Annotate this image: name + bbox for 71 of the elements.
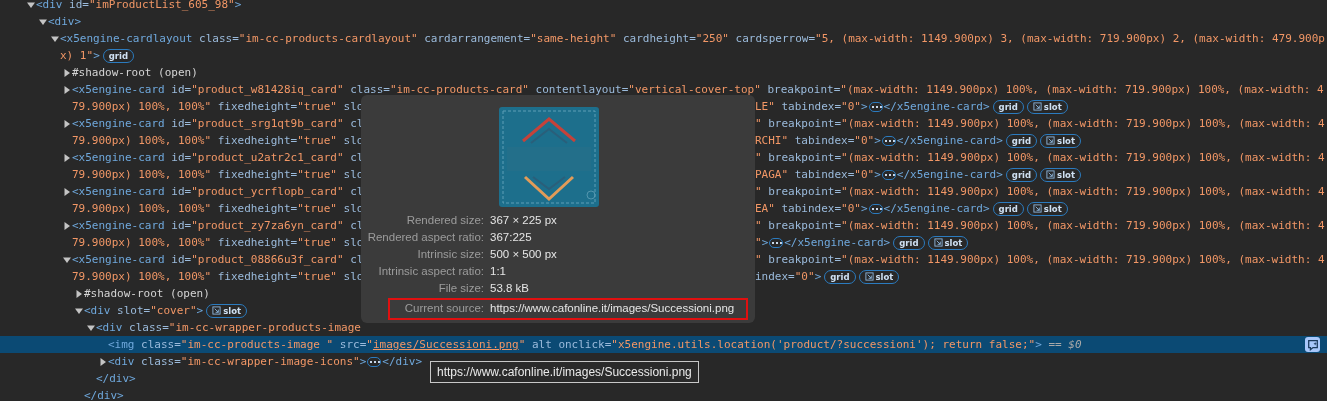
code-text: #shadow-root (open) [72,65,198,80]
code-text: <div slot="cover"> [84,303,204,318]
expand-arrow-icon[interactable] [75,306,83,315]
code-text: <div> [48,14,82,29]
property-value: https://www.cafonline.it/images/Successioni.png [490,301,736,316]
code-text: <x5engine-cardlayout class="im-cc-products-cardlayout" cardarrangement="same-height" cardheight="250" cardsperrow="5, (max-width: 1149.900px) 3, (max-width: 719.900px) 2, (max-width: 479.900p [60,31,1325,46]
expand-ellipsis-button[interactable] [868,203,883,214]
code-text: </x5engine-card> [883,201,990,216]
expand-arrow-icon[interactable] [27,0,35,9]
expand-arrow-icon[interactable] [63,119,71,128]
code-text: </x5engine-card> [896,167,1003,182]
code-text: </div> [96,371,136,386]
code-text: " breakpoint="(max-width: 1149.900px) 100%, (max-width: 719.900px) 100%, (max-width: 4 [755,218,1325,233]
code-text: " breakpoint="(max-width: 1149.900px) 100%, (max-width: 719.900px) 100%, (max-width: 4 [755,184,1325,199]
expand-arrow-icon[interactable] [99,357,107,366]
expand-arrow-icon[interactable] [63,153,71,162]
code-text: <x5engine-card id="product_ycrflopb_card" cl [72,184,364,199]
code-text: </x5engine-card> [896,133,1003,148]
code-text: " breakpoint="(max-width: 1149.900px) 100%, (max-width: 719.900px) 100%, (max-width: 4 [755,150,1325,165]
tooltip: https://www.cafonline.it/images/Successioni.png [430,361,699,383]
code-text: </x5engine-card> [784,235,891,250]
property-label: File size: [437,281,484,296]
selected-row[interactable]: <img class="im-cc-products-image " src="images/Successioni.png" alt onclick="x5engine.utils.location('product/?successioni'); return false;"> == $0 [0,336,1327,353]
code-text: <div class="im-cc-wrapper-image-icons"> [108,354,367,369]
code-text: <img class="im-cc-products-image " src="images/Successioni.png" alt onclick="x5engine.utils.location('product/?successioni'); return false;"> == $0 [108,337,1082,352]
expand-arrow-icon[interactable] [87,323,95,332]
code-text: <div class="im-cc-wrapper-products-image [96,320,361,335]
code-text: <x5engine-card id="product_08866u3f_card" cl [72,252,364,267]
code-text: x) 1"> [60,48,100,63]
code-text: </div> [84,388,124,401]
property-label: Intrinsic aspect ratio: [377,264,484,279]
code-text: index="0"> [755,269,822,284]
expand-arrow-icon[interactable] [63,187,71,196]
property-value: 53.8 kB [490,281,530,296]
expand-arrow-icon[interactable] [63,85,71,94]
expand-arrow-icon[interactable] [75,289,83,298]
expand-arrow-icon[interactable] [51,34,59,43]
expand-arrow-icon[interactable] [63,221,71,230]
code-text: </x5engine-card> [883,99,990,114]
property-label: Current source: [403,301,484,316]
code-text: </div> [382,354,423,369]
code-text: PAGA" tabindex="0"> [755,167,881,182]
code-text: <x5engine-card id="product_srg1qt9b_card" cl [72,116,364,131]
expand-ellipsis-button[interactable] [868,101,883,112]
expand-arrow-icon[interactable] [63,68,71,77]
property-label: Rendered aspect ratio: [366,230,484,245]
expand-ellipsis-button[interactable] [769,237,784,248]
code-text: " breakpoint="(max-width: 1149.900px) 100%, (max-width: 719.900px) 100%, (max-width: 4 [755,252,1325,267]
property-label: Intrinsic size: [416,247,484,262]
code-text: EA" tabindex="0"> [755,201,868,216]
code-text: <div id="imProductList_605_98"> [36,0,242,12]
code-text: " breakpoint="(max-width: 1149.900px) 100%, (max-width: 719.900px) 100%, (max-width: 4 [755,116,1325,131]
expand-ellipsis-button[interactable] [367,356,382,367]
expand-ellipsis-button[interactable] [881,135,896,146]
code-text: <x5engine-card id="product_u2atr2c1_card" cl [72,150,364,165]
code-text: #shadow-root (open) [84,286,210,301]
code-text: LE" tabindex="0"> [755,99,868,114]
chat-bubble-icon[interactable] [1305,337,1320,352]
code-text: <x5engine-card id="product_w81428iq_card" class="im-cc-products-card" contentlayout="vertical-cover-top" breakpoint="(max-width: 1149.900px) 100%, (max-width: 719.900px) 100%, (max-width: 4 [72,82,1324,97]
property-value: 500 × 500 px [490,247,558,262]
property-value: 367:225 [490,230,533,245]
property-label: Rendered size: [405,213,484,228]
expand-arrow-icon[interactable] [63,255,71,264]
property-value: 367 × 225 px [490,213,558,228]
property-value: 1:1 [490,264,507,279]
code-text: <x5engine-card id="product_zy7za6yn_card" cl [72,218,364,233]
code-text: "> [755,235,769,250]
expand-arrow-icon[interactable] [39,17,47,26]
code-text: RCHI" tabindex="0"> [755,133,881,148]
link[interactable]: images/Successioni.png [372,338,519,351]
expand-ellipsis-button[interactable] [881,169,896,180]
